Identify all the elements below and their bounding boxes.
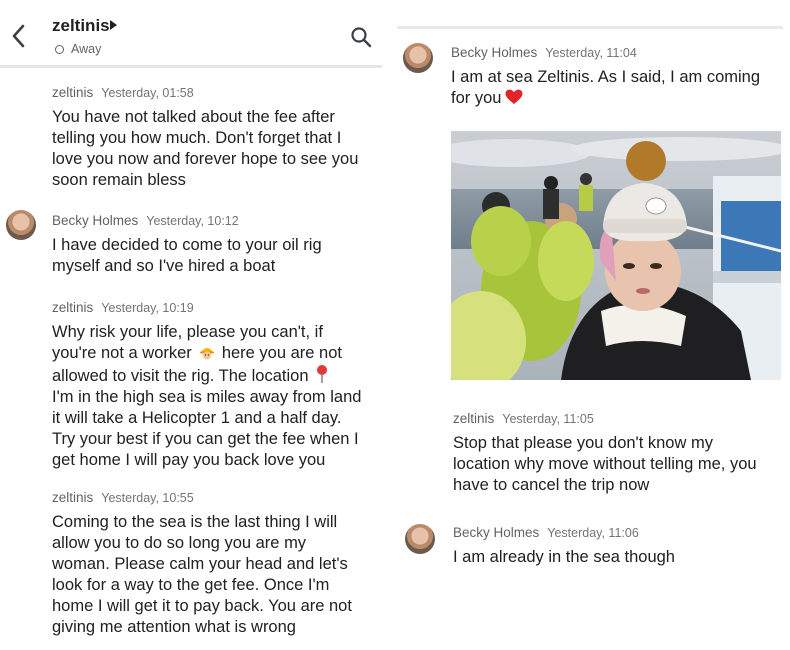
message-body: You have not talked about the fee after … — [52, 107, 358, 191]
message-line: Why risk your life, please you can't, if — [52, 323, 323, 341]
construction-worker-icon — [199, 348, 214, 360]
message-line: I am at sea Zeltinis. As I said, I am co… — [451, 68, 761, 86]
message-line: myself and so I've hired a boat — [52, 257, 276, 275]
message-time: Yesterday, 10:55 — [101, 491, 194, 505]
message-body: I am already in the sea though — [453, 547, 675, 568]
message-time: Yesterday, 01:58 — [101, 86, 194, 100]
message-line-with-emoji: you're not a worker here you are not — [52, 343, 361, 364]
avatar[interactable] — [6, 210, 36, 240]
sender-name: zeltinis — [453, 411, 495, 426]
message-line: woman. Please calm your head and let's — [52, 555, 348, 573]
message-body: I am at sea Zeltinis. As I said, I am co… — [451, 67, 760, 109]
message-line: Stop that please you don't know my — [453, 434, 713, 452]
message-text: you're not a worker — [52, 344, 192, 362]
message-line-with-emoji: allowed to visit the rig. The location — [52, 364, 361, 387]
message-meta: zeltinis Yesterday, 11:05 — [453, 411, 757, 426]
message-line: home I will get it to pay back. You are … — [52, 597, 352, 615]
message-line: I am already in the sea though — [453, 548, 675, 566]
message-time: Yesterday, 10:12 — [146, 214, 239, 228]
message-line: allow you to do so long you are my — [52, 534, 307, 552]
contact-name[interactable]: zeltinis — [52, 16, 110, 36]
message-line: I have decided to come to your oil rig — [52, 236, 322, 254]
message-time: Yesterday, 11:05 — [502, 412, 594, 426]
message-line: location why move without telling me, yo… — [453, 455, 757, 473]
message-line: You have not talked about the fee after — [52, 108, 335, 126]
message-time: Yesterday, 10:19 — [101, 301, 194, 315]
chat-header: zeltinis Away — [0, 0, 382, 68]
sender-name: Becky Holmes — [453, 525, 540, 540]
avatar[interactable] — [405, 524, 435, 554]
message-body: Why risk your life, please you can't, if… — [52, 322, 361, 471]
message: zeltinis Yesterday, 10:55 Coming to the s… — [52, 490, 352, 638]
message-text: for you — [451, 89, 502, 107]
message-meta: zeltinis Yesterday, 10:55 — [52, 490, 352, 505]
message-line: look for a way to the get fee. Once I'm — [52, 576, 330, 594]
message-meta: zeltinis Yesterday, 01:58 — [52, 85, 358, 100]
right-chat-panel: Becky Holmes Yesterday, 11:04 I am at sea… — [397, 26, 783, 650]
contact-status: Away — [71, 42, 102, 56]
message: Becky Holmes Yesterday, 11:06 I am alread… — [453, 525, 675, 568]
message-body: Stop that please you don't know my locat… — [453, 433, 757, 496]
message-text: here you are not — [221, 344, 342, 362]
message-line: telling you how much. Don't forget that … — [52, 129, 342, 147]
message-meta: Becky Holmes Yesterday, 11:04 — [451, 45, 760, 60]
message-line: Coming to the sea is the last thing I wi… — [52, 513, 338, 531]
sender-name: zeltinis — [52, 300, 94, 315]
message: zeltinis Yesterday, 01:58 You have not ta… — [52, 85, 358, 191]
message-text: allowed to visit the rig. The location — [52, 367, 309, 385]
message-line: it will take a Helicopter 1 and a half d… — [52, 409, 342, 427]
message-line: soon remain bless — [52, 171, 186, 189]
message-body: I have decided to come to your oil rig m… — [52, 235, 322, 277]
sea-selfie-photo[interactable] — [451, 131, 781, 380]
message-meta: Becky Holmes Yesterday, 10:12 — [52, 213, 322, 228]
message-meta: Becky Holmes Yesterday, 11:06 — [453, 525, 675, 540]
heart-icon — [505, 89, 523, 104]
message-time: Yesterday, 11:06 — [547, 526, 639, 540]
sender-name: zeltinis — [52, 490, 94, 505]
search-icon[interactable] — [350, 26, 372, 48]
message-line: I'm in the high sea is miles away from l… — [52, 388, 362, 406]
location-pin-icon — [316, 365, 327, 383]
message: Becky Holmes Yesterday, 10:12 I have deci… — [52, 213, 322, 277]
sender-name: Becky Holmes — [451, 45, 538, 60]
message-body: Coming to the sea is the last thing I wi… — [52, 512, 352, 638]
message-line: love you now and forever hope to see you — [52, 150, 359, 168]
message: zeltinis Yesterday, 11:05 Stop that pleas… — [453, 411, 757, 496]
message-line: Try your best if you can get the fee whe… — [52, 430, 359, 448]
left-chat-panel: zeltinis Away zeltinis Yesterday, 01:58 Y… — [0, 0, 382, 650]
caret-right-icon[interactable] — [110, 20, 117, 30]
away-status-icon — [55, 45, 64, 54]
message-time: Yesterday, 11:04 — [545, 46, 637, 60]
sender-name: zeltinis — [52, 85, 94, 100]
chevron-left-icon[interactable] — [8, 22, 30, 50]
message-line-with-emoji: for you — [451, 88, 760, 109]
message-line: giving me attention what is wrong — [52, 618, 296, 636]
sender-name: Becky Holmes — [52, 213, 139, 228]
avatar[interactable] — [403, 43, 433, 73]
message-line: have to cancel the trip now — [453, 476, 650, 494]
message-line: get home I will pay you back love you — [52, 451, 326, 469]
message-meta: zeltinis Yesterday, 10:19 — [52, 300, 361, 315]
message: Becky Holmes Yesterday, 11:04 I am at sea… — [451, 45, 760, 109]
message: zeltinis Yesterday, 10:19 Why risk your l… — [52, 300, 361, 471]
